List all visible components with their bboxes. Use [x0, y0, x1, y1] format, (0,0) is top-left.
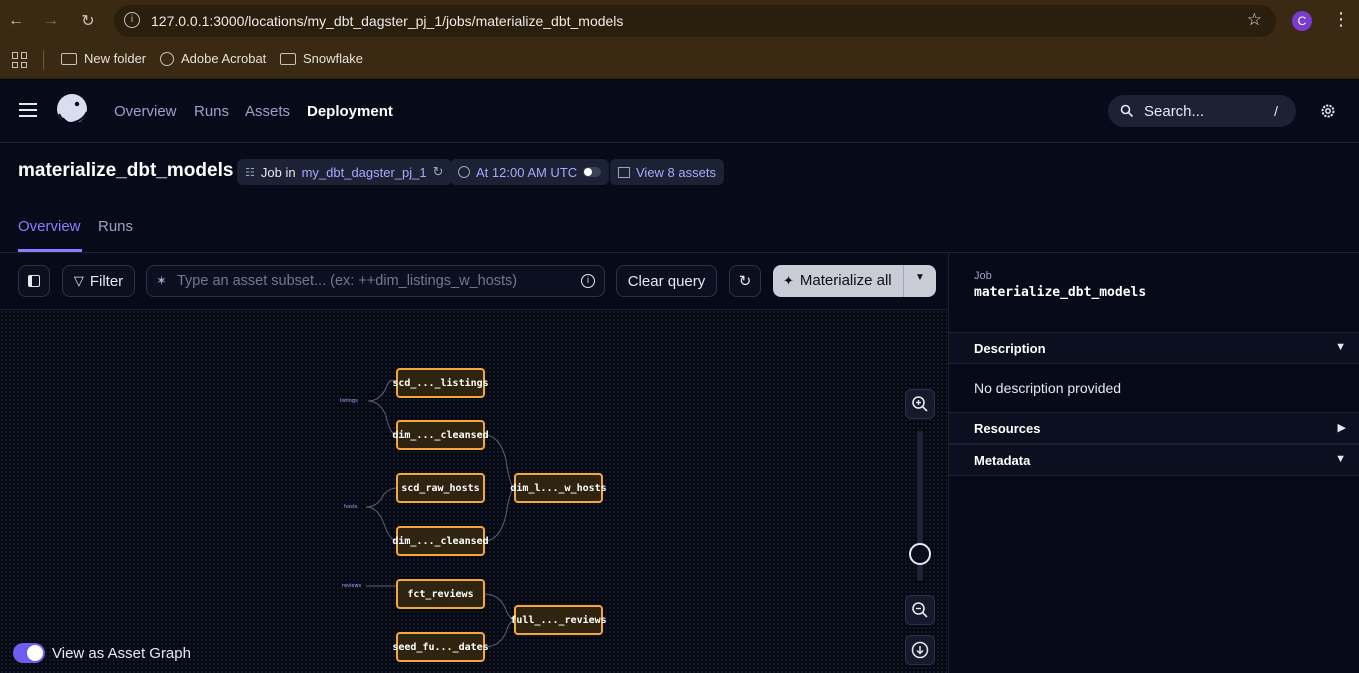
schedule-tag[interactable]: At 12:00 AM UTC [450, 159, 610, 185]
zoom-out-icon [912, 602, 928, 618]
info-icon[interactable]: i [581, 274, 595, 288]
location-link[interactable]: my_dbt_dagster_pj_1 [302, 165, 427, 180]
page-title: materialize_dbt_models [18, 160, 234, 181]
reload-icon[interactable]: ↻ [76, 9, 100, 33]
description-label: Description [974, 341, 1046, 356]
description-text: No description provided [974, 380, 1122, 396]
search-placeholder: Search... [1144, 103, 1205, 120]
description-section-header[interactable]: Description ▼ [949, 332, 1359, 364]
query-placeholder: Type an asset subset... (ex: ++dim_listi… [177, 273, 518, 289]
view-assets-link[interactable]: View 8 assets [636, 165, 716, 180]
url-text: 127.0.0.1:3000/locations/my_dbt_dagster_… [151, 13, 624, 29]
app-header: Overview Runs Assets Deployment Search..… [0, 79, 1359, 143]
globe-icon [160, 51, 174, 66]
filter-icon: ▽ [73, 273, 84, 288]
materialize-all-button[interactable]: ✦ Materialize all ▼ [773, 265, 936, 297]
schedule-toggle[interactable] [583, 167, 602, 177]
nav-runs[interactable]: Runs [194, 103, 229, 120]
zoom-out-button[interactable] [905, 595, 935, 625]
nav-deployment[interactable]: Deployment [307, 103, 393, 120]
search-icon [1120, 104, 1134, 118]
search-input[interactable]: Search... / [1108, 95, 1296, 127]
hamburger-menu-icon[interactable] [19, 103, 37, 117]
nav-overview[interactable]: Overview [114, 103, 177, 120]
refresh-icon: ↻ [738, 273, 752, 290]
bookmark-new-folder[interactable]: New folder [61, 51, 146, 66]
asset-graph-canvas[interactable]: listings hosts reviews scd_..._listings … [0, 310, 948, 673]
reload-location-icon[interactable]: ↻ [433, 164, 444, 180]
download-button[interactable] [905, 635, 935, 665]
job-in-label: Job in [260, 164, 296, 180]
search-shortcut: / [1274, 103, 1278, 119]
folder-icon [280, 52, 296, 65]
clear-query-button[interactable]: Clear query [616, 265, 717, 297]
site-info-icon[interactable]: i [124, 12, 140, 28]
clock-icon [458, 166, 470, 178]
materialize-label: Materialize all [799, 272, 892, 289]
sidebar-icon [28, 275, 40, 287]
address-bar[interactable]: i 127.0.0.1:3000/locations/my_dbt_dagste… [114, 5, 1276, 37]
asset-node[interactable]: fct_reviews [396, 579, 485, 609]
bookmark-star-icon[interactable]: ☆ [1247, 10, 1262, 30]
asset-node[interactable]: dim_l..._w_hosts [510, 473, 607, 503]
asset-node[interactable]: scd_..._listings [392, 368, 489, 398]
bookmarks-bar: New folder Adobe Acrobat Snowflake [0, 42, 1359, 79]
caret-down-icon: ▼ [1335, 453, 1346, 465]
chevron-down-icon[interactable]: ▼ [915, 272, 925, 283]
toggle-sidebar-button[interactable] [18, 265, 50, 297]
job-location-tag: ☷ Job in my_dbt_dagster_pj_1 ↻ [237, 159, 452, 185]
sparkle-icon: ✶ [156, 273, 167, 288]
group-label-reviews[interactable]: reviews [342, 583, 361, 589]
apps-grid-icon[interactable] [12, 52, 28, 68]
asset-node[interactable]: dim_..._cleansed [392, 526, 489, 556]
view-assets-tag[interactable]: View 8 assets [610, 159, 724, 185]
browser-menu-icon[interactable]: ⋮ [1332, 9, 1350, 30]
job-icon: ☷ [245, 166, 255, 179]
caret-down-icon: ▼ [1335, 341, 1346, 353]
download-icon [911, 641, 929, 659]
table-icon [618, 166, 630, 178]
asset-query-input[interactable]: ✶ Type an asset subset... (ex: ++dim_lis… [146, 265, 605, 297]
browser-toolbar: ← → ↻ i 127.0.0.1:3000/locations/my_dbt_… [0, 0, 1359, 42]
metadata-section-header[interactable]: Metadata ▼ [949, 444, 1359, 476]
refresh-button[interactable]: ↻ [729, 265, 761, 297]
filter-label: Filter [89, 272, 124, 290]
forward-icon[interactable]: → [39, 9, 63, 33]
asset-node[interactable]: seed_fu..._dates [392, 632, 489, 662]
resources-section-header[interactable]: Resources ▶ [949, 412, 1359, 444]
gear-icon[interactable] [1320, 103, 1336, 119]
zoom-slider-handle[interactable] [909, 543, 931, 565]
asset-graph-toggle-label: View as Asset Graph [52, 645, 191, 662]
group-label-hosts[interactable]: hosts [344, 504, 357, 510]
asset-graph-toggle[interactable] [13, 643, 45, 663]
profile-avatar[interactable]: C [1292, 11, 1312, 31]
caret-right-icon: ▶ [1337, 422, 1346, 434]
back-icon[interactable]: ← [4, 9, 28, 33]
metadata-label: Metadata [974, 453, 1031, 468]
resources-label: Resources [974, 421, 1041, 436]
folder-icon [61, 52, 77, 65]
asset-node[interactable]: full_..._reviews [510, 605, 607, 635]
zoom-in-button[interactable] [905, 389, 935, 419]
zoom-in-icon [912, 396, 928, 412]
nav-assets[interactable]: Assets [245, 103, 290, 120]
group-label-listings[interactable]: listings [340, 398, 358, 404]
filter-button[interactable]: ▽ Filter [62, 265, 135, 297]
sparkle-icon: ✦ [783, 272, 794, 288]
tab-overview[interactable]: Overview [18, 218, 81, 235]
panel-title: materialize_dbt_models [974, 285, 1147, 300]
schedule-link[interactable]: At 12:00 AM UTC [476, 165, 577, 180]
asset-node[interactable]: scd_raw_hosts [396, 473, 485, 503]
job-details-panel: Job materialize_dbt_models Description ▼… [948, 253, 1359, 673]
bookmark-snowflake[interactable]: Snowflake [280, 51, 363, 66]
bookmark-adobe-acrobat[interactable]: Adobe Acrobat [160, 51, 266, 66]
dagster-logo-icon[interactable] [53, 92, 91, 130]
asset-node[interactable]: dim_..._cleansed [392, 420, 489, 450]
panel-kind: Job [974, 270, 992, 282]
tab-runs[interactable]: Runs [98, 218, 133, 235]
